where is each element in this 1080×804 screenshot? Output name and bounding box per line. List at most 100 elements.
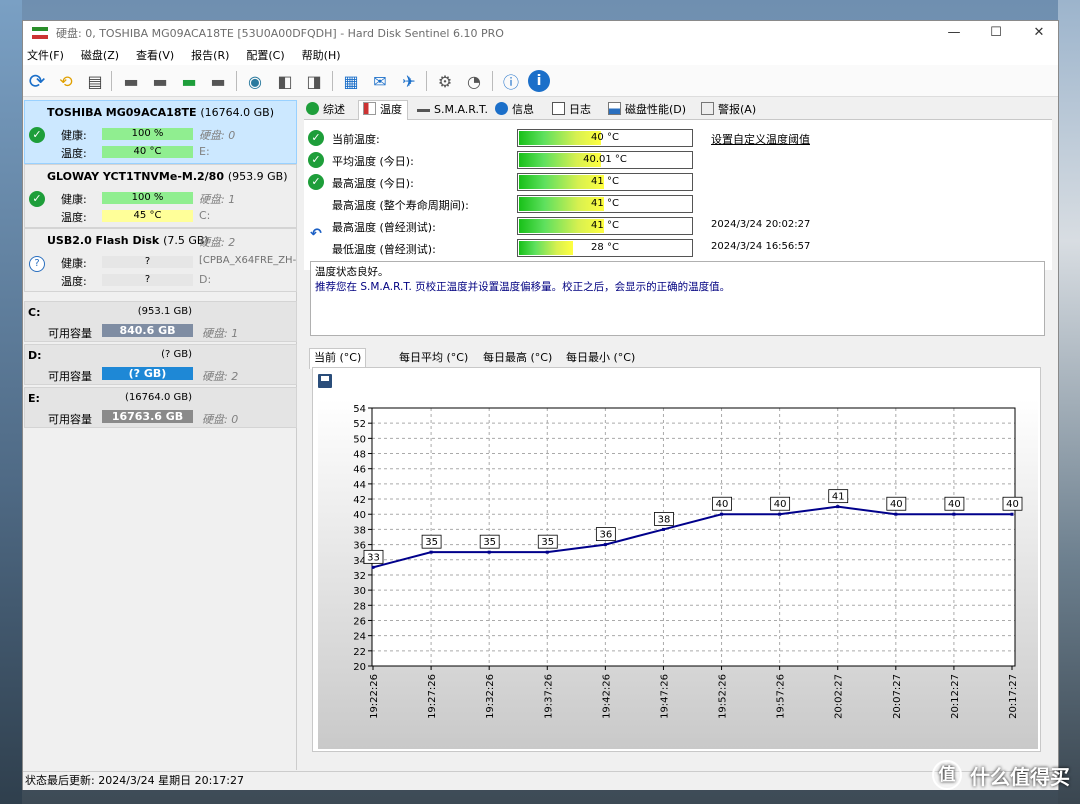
volume-item-e[interactable]: E: (16764.0 GB) 可用容量 16763.6 GB 硬盘: 0 xyxy=(24,387,297,428)
x-tick-label: 19:27:26 xyxy=(427,674,438,719)
app-window: 硬盘: 0, TOSHIBA MG09ACA18TE [53U0A00DFQDH… xyxy=(22,20,1059,790)
report-icon[interactable]: ▦ xyxy=(339,69,363,93)
disk-warning-icon[interactable]: ▬ xyxy=(206,69,230,93)
volume-size: (953.1 GB) xyxy=(137,306,192,317)
gear-icon[interactable]: ⚙ xyxy=(433,69,457,93)
disk-details-icon[interactable]: ▤ xyxy=(83,69,107,93)
email-icon[interactable]: ✉ xyxy=(368,69,392,93)
disk-item-2[interactable]: USB2.0 Flash Disk (7.5 GB) 硬盘: 2 ? 健康: ?… xyxy=(24,228,297,292)
volume-item-c[interactable]: C: (953.1 GB) 可用容量 840.6 GB 硬盘: 1 xyxy=(24,301,297,342)
menu-bar: 文件(F) 磁盘(Z) 查看(V) 报告(R) 配置(C) 帮助(H) xyxy=(23,45,1058,65)
y-tick-label: 38 xyxy=(353,525,366,536)
network-disk-icon[interactable]: ◧ xyxy=(273,69,297,93)
maximize-icon[interactable]: ☐ xyxy=(978,21,1014,45)
tab-overview[interactable]: 综述 xyxy=(306,102,345,120)
printer-icon[interactable]: ◨ xyxy=(302,69,326,93)
tab-info[interactable]: 信息 xyxy=(495,102,534,120)
temp-row-label: 当前温度: xyxy=(332,133,380,146)
y-tick-label: 20 xyxy=(353,662,366,673)
desktop-background-right xyxy=(1058,0,1080,804)
x-tick-label: 19:37:26 xyxy=(543,674,554,719)
reset-icon[interactable]: ↶ xyxy=(308,226,324,242)
disk-name: USB2.0 Flash Disk (7.5 GB) xyxy=(47,234,209,247)
drive-letter: C: xyxy=(199,209,211,222)
help-icon[interactable]: ⓘ xyxy=(499,69,523,93)
tab-performance[interactable]: 磁盘性能(D) xyxy=(608,102,686,120)
sound-icon[interactable]: ◔ xyxy=(462,69,486,93)
menu-report[interactable]: 报告(R) xyxy=(191,47,229,63)
tab-alerts[interactable]: 警报(A) xyxy=(701,102,756,120)
data-point xyxy=(545,550,549,554)
data-point xyxy=(603,543,607,547)
tab-temperature[interactable]: 温度 xyxy=(358,100,408,121)
temp-label: 温度: xyxy=(61,211,87,224)
disk-schedule-icon[interactable]: ▬ xyxy=(148,69,172,93)
window-title: 硬盘: 0, TOSHIBA MG09ACA18TE [53U0A00DFQDH… xyxy=(56,27,504,40)
volume-item-d[interactable]: D: (? GB) 可用容量 (? GB) 硬盘: 2 xyxy=(24,344,297,385)
y-tick-label: 50 xyxy=(353,434,366,445)
tab-log[interactable]: 日志 xyxy=(552,102,591,120)
menu-view[interactable]: 查看(V) xyxy=(136,47,174,63)
data-point xyxy=(661,527,665,531)
status-bar: 状态最后更新: 2024/3/24 星期日 20:17:27 xyxy=(23,771,1058,790)
data-point xyxy=(429,550,433,554)
status-message: 温度状态良好。 推荐您在 S.M.A.R.T. 页校正温度并设置温度偏移量。校正… xyxy=(310,261,1045,336)
x-tick-label: 20:02:27 xyxy=(834,674,845,719)
minimize-icon[interactable]: — xyxy=(936,21,972,45)
menu-config[interactable]: 配置(C) xyxy=(246,47,284,63)
toolbar: ⟳ ⟲ ▤ ▬ ▬ ▬ ▬ ◉ ◧ ◨ ▦ ✉ ✈ ⚙ ◔ ⓘ i xyxy=(23,65,1058,97)
chart-tab-current[interactable]: 当前 (°C) xyxy=(309,348,367,369)
y-tick-label: 30 xyxy=(353,586,366,597)
message-line-2: 推荐您在 S.M.A.R.T. 页校正温度并设置温度偏移量。校正之后，会显示的正… xyxy=(315,281,731,293)
menu-disk[interactable]: 磁盘(Z) xyxy=(81,47,119,63)
refresh-icon[interactable]: ⟳ xyxy=(25,69,49,93)
data-label: 36 xyxy=(599,530,612,541)
save-icon[interactable] xyxy=(318,374,332,388)
temp-label: 温度: xyxy=(61,275,87,288)
disk-item-1[interactable]: GLOWAY YCT1TNVMe-M.2/80 (953.9 GB) ✓ 健康:… xyxy=(24,164,297,228)
timestamp: 2024/3/24 20:02:27 xyxy=(711,219,811,230)
disk-item-0[interactable]: TOSHIBA MG09ACA18TE (16764.0 GB) ✓ 健康: 1… xyxy=(24,100,297,164)
temp-row-max-lifetime: 最高温度 (整个寿命周期间): 41 °C xyxy=(304,193,1052,215)
y-tick-label: 44 xyxy=(353,480,366,491)
volume-name: C: xyxy=(28,306,41,319)
chart-tab-bar: 当前 (°C) 每日平均 (°C) 每日最高 (°C) 每日最小 (°C) xyxy=(304,348,1052,369)
refresh-all-icon[interactable]: ⟲ xyxy=(54,69,78,93)
health-label: 健康: xyxy=(61,129,87,142)
close-icon[interactable]: ✕ xyxy=(1021,21,1057,45)
y-tick-label: 40 xyxy=(353,510,366,521)
disk-number: 硬盘: 1 xyxy=(199,193,236,206)
disk-test-icon[interactable]: ▬ xyxy=(119,69,143,93)
drive-letter: D: xyxy=(199,273,212,286)
temp-bar: 41 °C xyxy=(517,173,693,191)
menu-file[interactable]: 文件(F) xyxy=(27,47,64,63)
x-tick-label: 19:52:26 xyxy=(718,674,729,719)
temp-row-label: 最高温度 (整个寿命周期间): xyxy=(332,199,469,212)
disk-number: 硬盘: 2 xyxy=(199,236,236,249)
data-point xyxy=(778,512,782,516)
disk-number: 硬盘: 0 xyxy=(199,129,236,142)
chart-tab-daily-max[interactable]: 每日最高 (°C) xyxy=(483,350,552,366)
temp-label: 温度: xyxy=(61,147,87,160)
menu-help[interactable]: 帮助(H) xyxy=(302,47,341,63)
data-label: 40 xyxy=(716,499,729,510)
disk-ok-icon[interactable]: ▬ xyxy=(177,69,201,93)
temp-bar: 45 °C xyxy=(102,210,193,222)
custom-threshold-link[interactable]: 设置自定义温度阈值 xyxy=(711,131,810,147)
check-icon: ✓ xyxy=(29,127,45,143)
data-label: 33 xyxy=(367,552,380,563)
health-bar: 100 % xyxy=(102,128,193,140)
free-bar: 840.6 GB xyxy=(102,324,193,337)
tab-smart[interactable]: S.M.A.R.T. xyxy=(417,102,488,120)
send-icon[interactable]: ✈ xyxy=(397,69,421,93)
free-label: 可用容量 xyxy=(48,370,92,383)
temp-bar: 40 °C xyxy=(102,146,193,158)
info-icon[interactable]: i xyxy=(528,70,550,92)
chart-tab-daily-min[interactable]: 每日最小 (°C) xyxy=(566,350,635,366)
tab-bar: 综述 温度 S.M.A.R.T. 信息 日志 磁盘性能(D) 警报(A) xyxy=(304,100,1052,121)
y-tick-label: 54 xyxy=(353,404,366,415)
chart-tab-daily-average[interactable]: 每日平均 (°C) xyxy=(399,350,468,366)
check-icon: ✓ xyxy=(308,152,324,168)
disk-surface-icon[interactable]: ◉ xyxy=(243,69,267,93)
data-point xyxy=(371,565,375,569)
